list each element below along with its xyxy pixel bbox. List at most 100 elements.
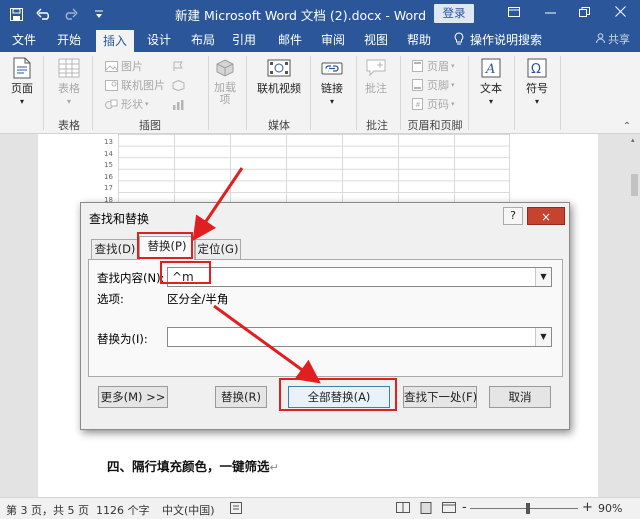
cancel-button[interactable]: 取消 (489, 386, 551, 408)
online-video-button[interactable]: 联机视频 (252, 56, 306, 95)
more-button[interactable]: 更多(M) >> (98, 386, 168, 408)
group-label-comments: 批注 (366, 119, 388, 132)
row-number: 16 (104, 173, 113, 181)
row-number: 15 (104, 161, 113, 169)
tab-find[interactable]: 查找(D) (91, 239, 139, 259)
group-label-table: 表格 (58, 119, 80, 132)
embedded-table-grid (118, 134, 510, 204)
online-picture-icon (104, 79, 118, 91)
footer-icon (410, 79, 424, 91)
group-label-header-footer: 页眉和页脚 (407, 119, 463, 132)
link-label: 链接 (321, 82, 343, 95)
footer-button[interactable]: 页脚 ▾ (410, 77, 455, 93)
text-button[interactable]: A 文本 ▾ (474, 56, 508, 108)
close-dialog-button[interactable]: × (527, 207, 565, 225)
replace-button[interactable]: 替换(R) (215, 386, 267, 408)
pages-label: 页面 (11, 82, 33, 95)
flag-icon (171, 60, 185, 72)
tab-home[interactable]: 开始 (50, 28, 88, 52)
row-number: 17 (104, 184, 113, 192)
addins-button[interactable]: 加载项 (212, 56, 238, 106)
window-title: 新建 Microsoft Word 文档 (2).docx - Word (175, 8, 427, 23)
table-button[interactable]: 表格 ▾ (52, 56, 86, 108)
link-icon (320, 56, 344, 80)
row-number: 14 (104, 150, 113, 158)
online-video-label: 联机视频 (257, 82, 301, 95)
tab-view[interactable]: 视图 (357, 28, 395, 52)
link-button[interactable]: 链接 ▾ (314, 56, 350, 108)
web-layout-icon[interactable] (442, 502, 456, 516)
vertical-scrollbar[interactable]: ▴ (629, 134, 640, 497)
help-button[interactable]: ? (503, 207, 523, 225)
read-mode-icon[interactable] (396, 502, 410, 516)
undo-icon[interactable] (32, 0, 56, 28)
shapes-button[interactable]: 形状 ▾ (104, 96, 149, 112)
tab-insert[interactable]: 插入 (96, 30, 134, 52)
header-button[interactable]: 页眉 ▾ (410, 58, 455, 74)
comment-button[interactable]: 批注 (360, 56, 392, 95)
redo-icon[interactable] (60, 0, 82, 28)
tab-review[interactable]: 审阅 (314, 28, 352, 52)
replace-with-input[interactable]: ▼ (167, 327, 552, 347)
row-number: 13 (104, 138, 113, 146)
page-count[interactable]: 第 3 页，共 5 页 (6, 502, 89, 518)
tab-mailings[interactable]: 邮件 (271, 28, 309, 52)
text-box-icon: A (479, 56, 503, 80)
find-what-input[interactable]: ^m ▼ (167, 267, 552, 287)
film-icon (267, 56, 291, 80)
save-icon[interactable] (6, 0, 26, 28)
close-icon[interactable] (602, 0, 638, 28)
tell-me-search[interactable]: 操作说明搜索 (454, 28, 542, 52)
minimize-icon[interactable] (532, 0, 568, 28)
word-count[interactable]: 1126 个字 (96, 502, 150, 518)
status-bar: 第 3 页，共 5 页 1126 个字 中文(中国) - + 90% (0, 497, 640, 519)
icons-button[interactable] (171, 58, 188, 74)
tab-file[interactable]: 文件 (6, 28, 42, 52)
chevron-down-icon[interactable]: ▼ (535, 328, 551, 346)
online-pictures-button[interactable]: 联机图片 (104, 77, 165, 93)
scrollbar-thumb[interactable] (631, 174, 638, 196)
share-label: 共享 (608, 33, 630, 46)
options-label: 选项: (97, 292, 124, 306)
page-icon (10, 56, 34, 80)
tab-help[interactable]: 帮助 (400, 28, 438, 52)
svg-text:A: A (485, 62, 495, 77)
ribbon-display-icon[interactable] (496, 0, 532, 28)
3d-models-button[interactable] (171, 77, 188, 93)
zoom-level[interactable]: 90% (598, 502, 622, 515)
svg-text:#: # (415, 101, 421, 109)
table-icon (57, 56, 81, 80)
pictures-button[interactable]: 图片 (104, 58, 143, 74)
find-next-button[interactable]: 查找下一处(F) (403, 386, 477, 408)
tab-design[interactable]: 设计 (140, 28, 178, 52)
chart-button[interactable] (171, 96, 188, 112)
page-number-button[interactable]: # 页码 ▾ (410, 96, 455, 112)
chevron-down-icon[interactable]: ▼ (535, 268, 551, 286)
customize-icon[interactable] (88, 0, 110, 28)
zoom-in-button[interactable]: + (582, 500, 593, 515)
sign-in-button[interactable]: 登录 (434, 4, 474, 23)
lightbulb-icon (454, 29, 464, 53)
scroll-up-icon[interactable]: ▴ (631, 137, 638, 144)
share-button[interactable]: 共享 (596, 28, 630, 52)
zoom-slider-thumb[interactable] (526, 503, 530, 514)
print-layout-icon[interactable] (420, 502, 432, 517)
tab-layout[interactable]: 布局 (184, 28, 222, 52)
find-what-label: 查找内容(N): (97, 271, 165, 285)
ribbon: 页面 ▾ 表格 ▾ 图片 联机图片 形状 ▾ 加载项 联机视频 链接 ▾ 批注 … (0, 52, 640, 134)
accessibility-icon[interactable] (230, 502, 242, 517)
zoom-slider[interactable] (470, 508, 578, 509)
tab-references[interactable]: 引用 (225, 28, 263, 52)
symbol-button[interactable]: Ω 符号 ▾ (520, 56, 554, 108)
language[interactable]: 中文(中国) (162, 502, 215, 518)
collapse-ribbon-icon[interactable]: ⌃ (621, 122, 633, 132)
restore-icon[interactable] (566, 0, 602, 28)
replace-with-label: 替换为(I): (97, 332, 148, 346)
pages-button[interactable]: 页面 ▾ (6, 56, 38, 108)
highlight-find-input (160, 261, 211, 284)
ribbon-tabs: 文件 开始 插入 设计 布局 引用 邮件 审阅 视图 帮助 操作说明搜索 共享 (0, 28, 640, 52)
omega-icon: Ω (525, 56, 549, 80)
tab-goto[interactable]: 定位(G) (195, 239, 241, 259)
zoom-out-button[interactable]: - (462, 500, 467, 515)
person-icon (596, 28, 605, 52)
